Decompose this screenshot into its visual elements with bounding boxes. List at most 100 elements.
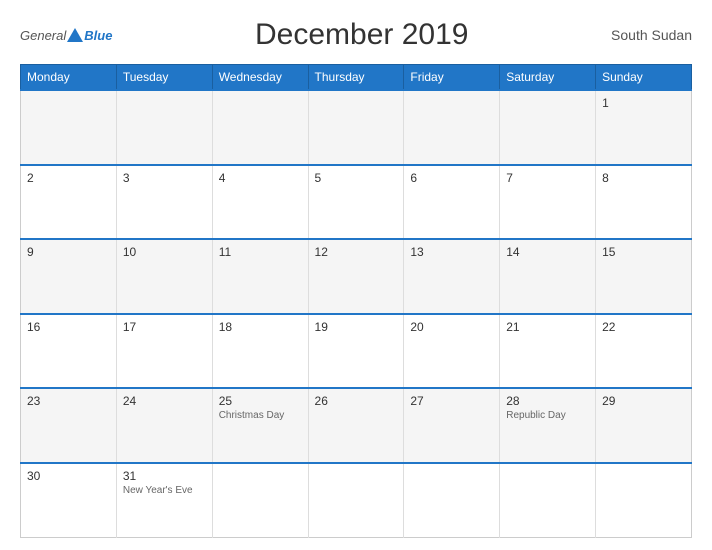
calendar-day-cell	[404, 90, 500, 165]
calendar-day-cell	[308, 90, 404, 165]
day-number: 3	[123, 171, 206, 185]
day-number: 20	[410, 320, 493, 334]
calendar-day-cell	[116, 90, 212, 165]
day-number: 28	[506, 394, 589, 408]
header-monday: Monday	[21, 65, 117, 91]
holiday-label: New Year's Eve	[123, 485, 206, 496]
logo-triangle-icon	[67, 28, 83, 42]
calendar-day-cell: 10	[116, 239, 212, 314]
calendar-day-cell: 7	[500, 165, 596, 240]
calendar-table: Monday Tuesday Wednesday Thursday Friday…	[20, 64, 692, 538]
day-number: 9	[27, 245, 110, 259]
calendar-day-cell: 11	[212, 239, 308, 314]
calendar-day-cell	[500, 463, 596, 538]
holiday-label: Christmas Day	[219, 410, 302, 421]
day-number: 5	[315, 171, 398, 185]
calendar-day-cell: 20	[404, 314, 500, 389]
logo-general-text: General	[20, 28, 66, 43]
day-number: 22	[602, 320, 685, 334]
calendar-day-cell: 23	[21, 388, 117, 463]
calendar-week-row: 23 24 25 Christmas Day 26 27 28 Republic Day 29	[21, 388, 692, 463]
calendar-day-cell: 4	[212, 165, 308, 240]
day-number: 30	[27, 469, 110, 483]
calendar-day-cell: 15	[596, 239, 692, 314]
calendar-day-cell: 30	[21, 463, 117, 538]
day-number: 8	[602, 171, 685, 185]
calendar-day-cell: 14	[500, 239, 596, 314]
calendar-day-cell: 21	[500, 314, 596, 389]
calendar-day-cell: 1	[596, 90, 692, 165]
day-number: 25	[219, 394, 302, 408]
day-number: 21	[506, 320, 589, 334]
header-saturday: Saturday	[500, 65, 596, 91]
header-friday: Friday	[404, 65, 500, 91]
day-number: 23	[27, 394, 110, 408]
calendar-day-cell: 9	[21, 239, 117, 314]
day-number: 27	[410, 394, 493, 408]
day-number: 29	[602, 394, 685, 408]
calendar-title: December 2019	[112, 18, 611, 52]
logo: General Blue	[20, 28, 112, 43]
calendar-header: Monday Tuesday Wednesday Thursday Friday…	[21, 65, 692, 91]
calendar-week-row: 2345678	[21, 165, 692, 240]
day-number: 19	[315, 320, 398, 334]
day-number: 6	[410, 171, 493, 185]
day-number: 10	[123, 245, 206, 259]
day-number: 17	[123, 320, 206, 334]
calendar-day-cell: 6	[404, 165, 500, 240]
logo-blue-text: Blue	[84, 28, 112, 43]
calendar-day-cell: 26	[308, 388, 404, 463]
calendar-day-cell: 5	[308, 165, 404, 240]
calendar-day-cell: 8	[596, 165, 692, 240]
weekday-header-row: Monday Tuesday Wednesday Thursday Friday…	[21, 65, 692, 91]
calendar-week-row: 1	[21, 90, 692, 165]
calendar-day-cell: 25 Christmas Day	[212, 388, 308, 463]
calendar-week-row: 9 10 11 12 13 14 15	[21, 239, 692, 314]
calendar-day-cell: 16	[21, 314, 117, 389]
day-number: 24	[123, 394, 206, 408]
calendar-day-cell	[596, 463, 692, 538]
calendar-day-cell	[404, 463, 500, 538]
calendar-week-row: 30 31 New Year's Eve	[21, 463, 692, 538]
header-thursday: Thursday	[308, 65, 404, 91]
calendar-day-cell: 27	[404, 388, 500, 463]
calendar-day-cell: 31 New Year's Eve	[116, 463, 212, 538]
calendar-day-cell: 24	[116, 388, 212, 463]
calendar-day-cell: 28 Republic Day	[500, 388, 596, 463]
day-number: 4	[219, 171, 302, 185]
day-number: 18	[219, 320, 302, 334]
calendar-day-cell	[212, 90, 308, 165]
calendar-day-cell: 13	[404, 239, 500, 314]
calendar-day-cell	[308, 463, 404, 538]
day-number: 13	[410, 245, 493, 259]
calendar-day-cell	[21, 90, 117, 165]
calendar-day-cell: 22	[596, 314, 692, 389]
day-number: 11	[219, 245, 302, 259]
header: General Blue December 2019 South Sudan	[20, 18, 692, 52]
calendar-day-cell: 18	[212, 314, 308, 389]
day-number: 26	[315, 394, 398, 408]
header-tuesday: Tuesday	[116, 65, 212, 91]
calendar-day-cell: 2	[21, 165, 117, 240]
page: General Blue December 2019 South Sudan M…	[0, 0, 712, 550]
header-sunday: Sunday	[596, 65, 692, 91]
calendar-day-cell: 17	[116, 314, 212, 389]
calendar-day-cell	[212, 463, 308, 538]
day-number: 15	[602, 245, 685, 259]
calendar-day-cell: 3	[116, 165, 212, 240]
country-label: South Sudan	[611, 27, 692, 43]
calendar-day-cell: 19	[308, 314, 404, 389]
header-wednesday: Wednesday	[212, 65, 308, 91]
holiday-label: Republic Day	[506, 410, 589, 421]
calendar-day-cell: 12	[308, 239, 404, 314]
day-number: 14	[506, 245, 589, 259]
calendar-day-cell: 29	[596, 388, 692, 463]
calendar-body: 1234567891011121314151617181920212223242…	[21, 90, 692, 538]
day-number: 16	[27, 320, 110, 334]
day-number: 31	[123, 469, 206, 483]
day-number: 1	[602, 96, 685, 110]
calendar-week-row: 16 17 18 19 20 21 22	[21, 314, 692, 389]
day-number: 12	[315, 245, 398, 259]
day-number: 2	[27, 171, 110, 185]
calendar-day-cell	[500, 90, 596, 165]
